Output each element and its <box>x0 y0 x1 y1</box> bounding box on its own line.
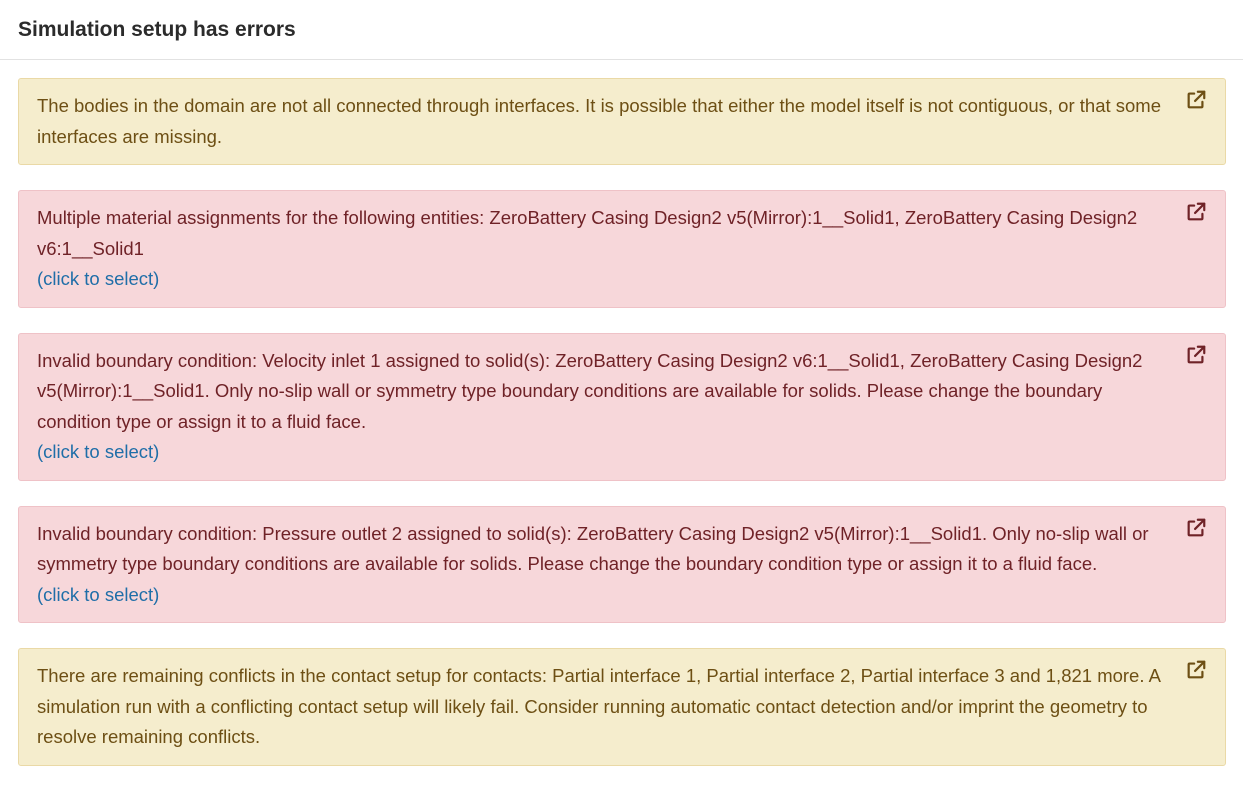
page-title: Simulation setup has errors <box>18 17 296 41</box>
dialog-header: Simulation setup has errors <box>0 0 1243 60</box>
warning-alert-disconnected-bodies: The bodies in the domain are not all con… <box>18 78 1226 165</box>
error-alert-velocity-inlet: Invalid boundary condition: Velocity inl… <box>18 332 1226 481</box>
alert-message: Invalid boundary condition: Velocity inl… <box>37 349 1143 432</box>
external-link-icon[interactable] <box>1185 659 1207 681</box>
warning-alert-contact-conflicts: There are remaining conflicts in the con… <box>18 648 1226 766</box>
external-link-icon[interactable] <box>1185 201 1207 223</box>
external-link-icon[interactable] <box>1185 89 1207 111</box>
error-alert-pressure-outlet: Invalid boundary condition: Pressure out… <box>18 505 1226 623</box>
click-to-select-link[interactable]: (click to select) <box>37 437 1173 468</box>
external-link-icon[interactable] <box>1185 517 1207 539</box>
alert-message: The bodies in the domain are not all con… <box>37 95 1162 147</box>
external-link-icon[interactable] <box>1185 344 1207 366</box>
error-alert-material-assignments: Multiple material assignments for the fo… <box>18 190 1226 308</box>
alert-list: The bodies in the domain are not all con… <box>0 60 1243 766</box>
alert-message: There are remaining conflicts in the con… <box>37 665 1160 747</box>
click-to-select-link[interactable]: (click to select) <box>37 580 1173 611</box>
alert-message: Multiple material assignments for the fo… <box>37 207 1138 259</box>
alert-message: Invalid boundary condition: Pressure out… <box>37 522 1149 575</box>
click-to-select-link[interactable]: (click to select) <box>37 264 1173 295</box>
